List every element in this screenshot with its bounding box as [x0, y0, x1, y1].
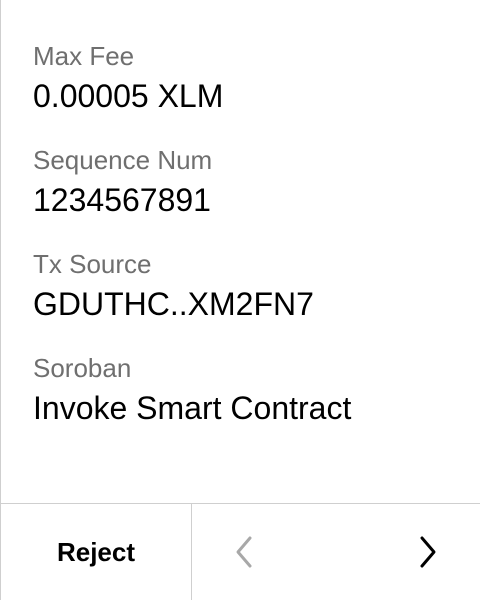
tx-source-field: Tx Source GDUTHC..XM2FN7 — [33, 248, 464, 324]
chevron-left-icon — [236, 536, 252, 568]
soroban-value: Invoke Smart Contract — [33, 390, 352, 426]
soroban-label: Soroban — [33, 353, 132, 383]
sequence-num-value: 1234567891 — [33, 182, 211, 218]
sequence-num-label: Sequence Num — [33, 145, 213, 175]
reject-button[interactable]: Reject — [1, 504, 192, 600]
review-screen: Max Fee 0.00005 XLM Sequence Num 1234567… — [0, 0, 480, 600]
tx-source-label: Tx Source — [33, 249, 152, 279]
max-fee-value: 0.00005 XLM — [33, 78, 224, 114]
soroban-field: Soroban Invoke Smart Contract — [33, 352, 464, 428]
details-list: Max Fee 0.00005 XLM Sequence Num 1234567… — [33, 40, 464, 428]
max-fee-label: Max Fee — [33, 41, 135, 71]
tx-source-value: GDUTHC..XM2FN7 — [33, 286, 314, 322]
previous-page-button[interactable] — [204, 504, 284, 600]
sequence-num-field: Sequence Num 1234567891 — [33, 144, 464, 220]
page-navigation — [192, 504, 480, 600]
action-bar: Reject — [1, 503, 480, 600]
max-fee-field: Max Fee 0.00005 XLM — [33, 40, 464, 116]
next-page-button[interactable] — [388, 504, 468, 600]
chevron-right-icon — [420, 536, 436, 568]
